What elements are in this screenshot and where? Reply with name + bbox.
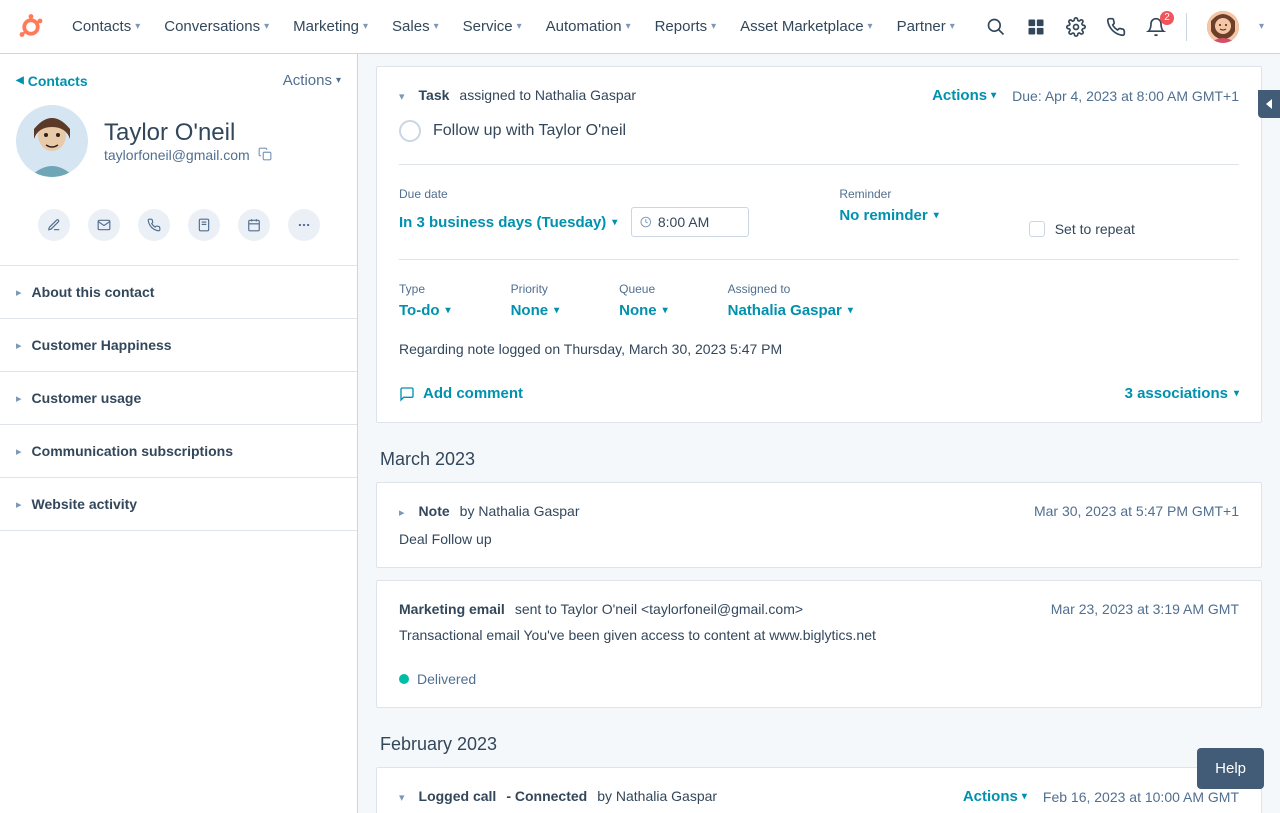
- email-timestamp: Mar 23, 2023 at 3:19 AM GMT: [1051, 601, 1239, 617]
- contact-avatar[interactable]: [16, 105, 88, 177]
- nav-marketing[interactable]: Marketing▾: [285, 12, 376, 41]
- chevron-right-icon: ▸: [16, 339, 22, 352]
- task-assigned-text: assigned to Nathalia Gaspar: [459, 87, 636, 103]
- nav-automation[interactable]: Automation▾: [538, 12, 639, 41]
- chevron-right-icon: ▸: [16, 498, 22, 511]
- help-button[interactable]: Help: [1197, 748, 1264, 789]
- task-regarding-text: Regarding note logged on Thursday, March…: [399, 341, 1239, 357]
- marketing-email-card: Marketing email sent to Taylor O'neil <t…: [376, 580, 1262, 708]
- reminder-dropdown[interactable]: No reminder▾: [839, 207, 938, 224]
- repeat-label: Set to repeat: [1055, 221, 1135, 237]
- nav-reports[interactable]: Reports▾: [647, 12, 725, 41]
- contact-email: taylorfoneil@gmail.com: [104, 147, 250, 163]
- type-dropdown[interactable]: To-do▾: [399, 302, 451, 319]
- activity-type-label: Note: [419, 503, 450, 519]
- add-comment-button[interactable]: Add comment: [399, 385, 523, 402]
- associations-dropdown[interactable]: 3 associations▾: [1125, 385, 1239, 402]
- task-action-icon[interactable]: [238, 209, 270, 241]
- email-action-icon[interactable]: [88, 209, 120, 241]
- priority-dropdown[interactable]: None▾: [511, 302, 560, 319]
- call-by-text: by Nathalia Gaspar: [597, 788, 717, 804]
- account-caret-icon[interactable]: ▾: [1259, 21, 1264, 32]
- search-icon[interactable]: [986, 17, 1006, 37]
- nav-divider: [1186, 13, 1187, 41]
- comment-icon: [399, 386, 415, 402]
- task-due-timestamp: Due: Apr 4, 2023 at 8:00 AM GMT+1: [1012, 88, 1239, 104]
- queue-dropdown[interactable]: None▾: [619, 302, 668, 319]
- back-to-contacts[interactable]: ◀ Contacts: [16, 73, 88, 89]
- settings-icon[interactable]: [1066, 17, 1086, 37]
- sidebar-actions-dropdown[interactable]: Actions▾: [283, 72, 341, 89]
- queue-label: Queue: [619, 282, 668, 296]
- note-card: ▸ Note by Nathalia Gaspar Mar 30, 2023 a…: [376, 482, 1262, 568]
- clock-icon: [640, 215, 652, 229]
- note-action-icon[interactable]: [38, 209, 70, 241]
- delivered-status-dot-icon: [399, 674, 409, 684]
- phone-icon[interactable]: [1106, 17, 1126, 37]
- priority-label: Priority: [511, 282, 560, 296]
- chevron-right-icon: ▸: [16, 286, 22, 299]
- repeat-checkbox[interactable]: [1029, 221, 1045, 237]
- call-action-icon[interactable]: [138, 209, 170, 241]
- chevron-left-icon: ◀: [16, 75, 24, 86]
- call-timestamp: Feb 16, 2023 at 10:00 AM GMT: [1043, 789, 1239, 805]
- notification-badge: 2: [1160, 11, 1174, 25]
- call-actions-dropdown[interactable]: Actions▾: [963, 788, 1027, 805]
- email-recipient-text: sent to Taylor O'neil <taylorfoneil@gmai…: [515, 601, 803, 617]
- due-time-input[interactable]: [631, 207, 749, 237]
- side-panel-toggle[interactable]: [1258, 90, 1280, 118]
- note-timestamp: Mar 30, 2023 at 5:47 PM GMT+1: [1034, 503, 1239, 519]
- top-nav: Contacts▾ Conversations▾ Marketing▾ Sale…: [0, 0, 1280, 54]
- task-complete-toggle[interactable]: [399, 120, 421, 142]
- task-card: ▾ Task assigned to Nathalia Gaspar Actio…: [376, 66, 1262, 423]
- task-title[interactable]: Follow up with Taylor O'neil: [433, 122, 626, 140]
- notifications-icon[interactable]: 2: [1146, 17, 1166, 37]
- section-customer-happiness[interactable]: ▸ Customer Happiness: [0, 319, 357, 372]
- month-header-march: March 2023: [376, 449, 1262, 470]
- copy-icon[interactable]: [258, 147, 272, 164]
- assigned-to-label: Assigned to: [728, 282, 853, 296]
- contact-name: Taylor O'neil: [104, 119, 272, 147]
- more-action-icon[interactable]: [288, 209, 320, 241]
- delivered-label: Delivered: [417, 671, 476, 687]
- due-date-label: Due date: [399, 187, 749, 201]
- note-body: Deal Follow up: [399, 531, 1239, 547]
- section-about-contact[interactable]: ▸ About this contact: [0, 266, 357, 319]
- month-header-february: February 2023: [376, 734, 1262, 755]
- collapse-toggle-icon[interactable]: ▾: [399, 791, 405, 804]
- nav-contacts[interactable]: Contacts▾: [64, 12, 148, 41]
- collapse-toggle-icon[interactable]: ▸: [399, 506, 405, 519]
- user-avatar[interactable]: [1207, 11, 1239, 43]
- reminder-label: Reminder: [839, 187, 938, 201]
- due-time-field[interactable]: [658, 214, 740, 230]
- chevron-right-icon: ▸: [16, 445, 22, 458]
- nav-conversations[interactable]: Conversations▾: [156, 12, 277, 41]
- left-sidebar: ◀ Contacts Actions▾ Taylor O': [0, 54, 358, 813]
- nav-sales[interactable]: Sales▾: [384, 12, 447, 41]
- assigned-to-dropdown[interactable]: Nathalia Gaspar▾: [728, 302, 853, 319]
- call-status: - Connected: [506, 788, 587, 804]
- due-date-dropdown[interactable]: In 3 business days (Tuesday)▾: [399, 214, 617, 231]
- nav-service[interactable]: Service▾: [455, 12, 530, 41]
- chevron-right-icon: ▸: [16, 392, 22, 405]
- nav-partner[interactable]: Partner▾: [889, 12, 963, 41]
- marketplace-icon[interactable]: [1026, 17, 1046, 37]
- section-customer-usage[interactable]: ▸ Customer usage: [0, 372, 357, 425]
- section-communication-subscriptions[interactable]: ▸ Communication subscriptions: [0, 425, 357, 478]
- nav-asset-marketplace[interactable]: Asset Marketplace▾: [732, 12, 880, 41]
- activity-type-label: Logged call: [419, 788, 497, 804]
- logged-call-card: ▾ Logged call - Connected by Nathalia Ga…: [376, 767, 1262, 813]
- email-body: Transactional email You've been given ac…: [399, 627, 1239, 643]
- activity-type-label: Task: [419, 87, 450, 103]
- task-actions-dropdown[interactable]: Actions▾: [932, 87, 996, 104]
- hubspot-logo-icon[interactable]: [16, 12, 46, 42]
- type-label: Type: [399, 282, 451, 296]
- note-by-text: by Nathalia Gaspar: [460, 503, 580, 519]
- log-action-icon[interactable]: [188, 209, 220, 241]
- section-website-activity[interactable]: ▸ Website activity: [0, 478, 357, 531]
- collapse-toggle-icon[interactable]: ▾: [399, 90, 405, 103]
- activity-type-label: Marketing email: [399, 601, 505, 617]
- activity-feed: ▾ Task assigned to Nathalia Gaspar Actio…: [358, 54, 1280, 813]
